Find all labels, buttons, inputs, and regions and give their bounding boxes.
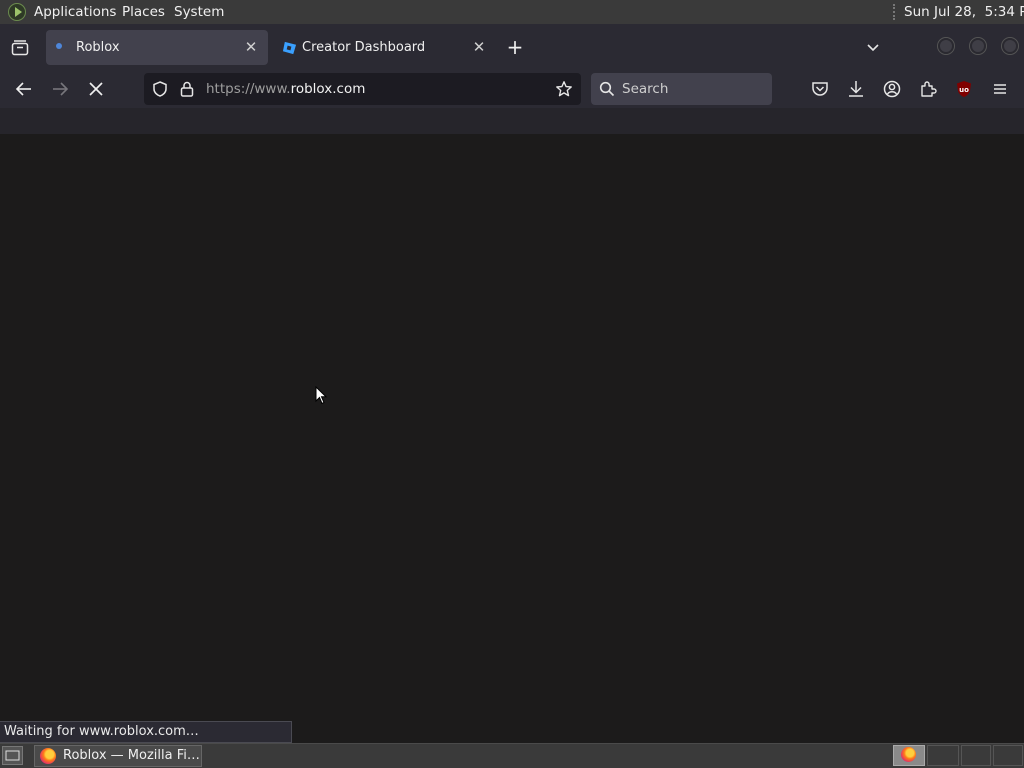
extension-badge: uo (959, 86, 969, 94)
close-tab-icon[interactable]: ✕ (470, 38, 488, 56)
tab-title: Roblox (76, 40, 120, 55)
tab-list-button[interactable] (8, 36, 32, 60)
tab-roblox[interactable]: Roblox ✕ (46, 30, 268, 65)
pocket-button[interactable] (809, 78, 831, 100)
panel-handle (893, 4, 897, 20)
puzzle-icon (921, 81, 937, 97)
shield-icon[interactable] (151, 80, 169, 98)
app-menu-button[interactable] (989, 78, 1011, 100)
search-placeholder: Search (622, 81, 669, 97)
page-content[interactable] (0, 134, 1024, 743)
stop-loading-button[interactable] (85, 78, 107, 100)
firefox-icon (901, 747, 916, 762)
clock[interactable]: Sun Jul 28, 5:34 PM (904, 0, 1024, 24)
taskbar-window-label: Roblox — Mozilla Fi… (63, 748, 200, 763)
account-icon (883, 80, 901, 98)
url-text[interactable]: https://www.roblox.com (206, 73, 365, 105)
stop-icon (89, 82, 103, 96)
extensions-button[interactable] (917, 78, 939, 100)
loading-spinner-icon (56, 43, 62, 49)
star-icon[interactable] (555, 80, 573, 98)
tab-list-icon (11, 40, 29, 56)
workspace-1[interactable] (893, 745, 925, 766)
workspace-4[interactable] (993, 745, 1023, 766)
back-arrow-icon (15, 82, 31, 96)
close-window-button[interactable] (1002, 38, 1018, 54)
system-top-panel: Applications Places System Sun Jul 28, 5… (0, 0, 1024, 24)
list-all-tabs-button[interactable] (862, 36, 884, 58)
close-tab-icon[interactable]: ✕ (242, 38, 260, 56)
roblox-studio-favicon-icon (282, 41, 297, 55)
ublock-origin-button[interactable]: uo (953, 78, 975, 100)
downloads-button[interactable] (845, 78, 867, 100)
plus-icon: + (506, 35, 524, 59)
url-host: roblox.com (290, 81, 366, 97)
desktop-icon (5, 750, 20, 761)
search-icon (599, 81, 615, 97)
minimize-button[interactable] (938, 38, 954, 54)
lock-icon[interactable] (179, 80, 195, 98)
download-icon (849, 81, 863, 97)
status-panel: Waiting for www.roblox.com… (0, 721, 292, 743)
search-bar[interactable]: Search (591, 73, 772, 105)
back-button[interactable] (13, 78, 35, 100)
page-content-header-area (0, 108, 1024, 134)
applications-menu[interactable]: Applications (34, 0, 116, 24)
system-menu[interactable]: System (174, 0, 224, 24)
maximize-button[interactable] (970, 38, 986, 54)
pocket-icon (812, 82, 828, 96)
distro-logo-icon[interactable] (8, 3, 26, 21)
chevron-down-icon (867, 44, 879, 52)
firefox-icon (40, 748, 56, 764)
taskbar-window-button[interactable]: Roblox — Mozilla Fi… (34, 745, 202, 767)
tab-creator-dashboard[interactable]: Creator Dashboard ✕ (272, 30, 496, 65)
tab-title: Creator Dashboard (302, 40, 426, 55)
url-bar[interactable]: https://www.roblox.com (144, 73, 581, 105)
hamburger-menu-icon (994, 84, 1006, 94)
url-prefix: https://www. (206, 81, 291, 97)
mouse-cursor-icon (315, 386, 328, 405)
forward-button[interactable] (49, 78, 71, 100)
workspace-3[interactable] (961, 745, 991, 766)
account-button[interactable] (881, 78, 903, 100)
places-menu[interactable]: Places (122, 0, 165, 24)
new-tab-button[interactable]: + (504, 36, 526, 58)
show-desktop-button[interactable] (2, 746, 23, 765)
forward-arrow-icon (53, 82, 69, 96)
workspace-2[interactable] (927, 745, 959, 766)
ublock-origin-icon: uo (957, 81, 971, 97)
